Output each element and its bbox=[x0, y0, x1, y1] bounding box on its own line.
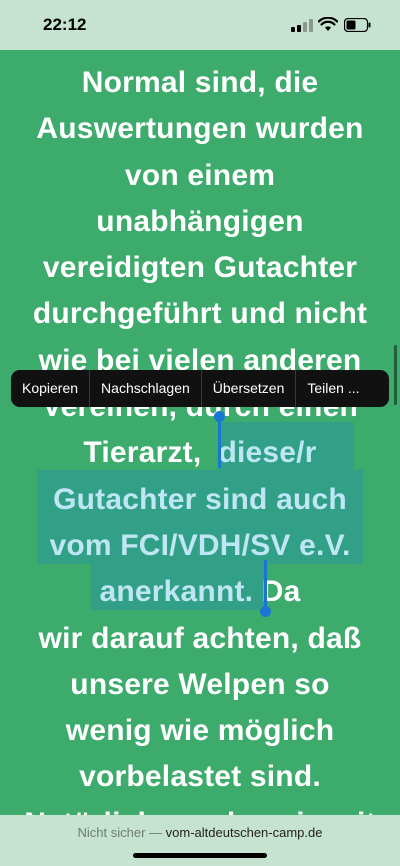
text-line: unsere Welpen so bbox=[70, 667, 330, 701]
scroll-indicator[interactable] bbox=[394, 345, 397, 405]
text-line: vorbelastet sind. bbox=[79, 760, 321, 794]
text-selection-menu: Kopieren Nachschlagen Übersetzen Teilen … bbox=[11, 370, 389, 407]
address-bar[interactable]: Nicht sicher — vom-altdeutschen-camp.de bbox=[0, 815, 400, 866]
security-label: Nicht sicher — bbox=[77, 825, 163, 840]
text-line: Auswertungen wurden bbox=[36, 112, 364, 146]
wifi-icon bbox=[318, 17, 338, 31]
selection-end-caret bbox=[264, 560, 267, 610]
selection-end-handle[interactable] bbox=[260, 606, 271, 617]
text-line: unabhängigen bbox=[96, 204, 304, 238]
selected-text: Gutachter sind auch bbox=[53, 482, 347, 516]
text-line: von einem bbox=[124, 158, 276, 192]
selected-text: anerkannt. bbox=[99, 575, 254, 609]
text-line: Normal sind, die bbox=[81, 66, 319, 99]
text-line: vereidigten Gutachter bbox=[42, 251, 358, 285]
text-line: durchgeführt und nicht bbox=[32, 297, 368, 331]
text-line: wir darauf achten, daß bbox=[38, 621, 362, 655]
cellular-signal-icon bbox=[291, 19, 313, 32]
url-display[interactable]: Nicht sicher — vom-altdeutschen-camp.de bbox=[0, 825, 400, 840]
text-line: wenig wie möglich bbox=[65, 714, 335, 748]
menu-share[interactable]: Teilen ... bbox=[296, 370, 370, 407]
article-paragraph: Normal sind, die Auswertungen wurden von… bbox=[0, 60, 400, 815]
text-line: anerkannt. Da bbox=[0, 569, 400, 615]
selected-text: vom FCI/VDH/SV e.V. bbox=[49, 528, 351, 562]
battery-icon bbox=[344, 18, 371, 32]
home-indicator[interactable] bbox=[133, 853, 267, 858]
status-time: 22:12 bbox=[43, 15, 87, 34]
text-line: Natürlich werden sie mit bbox=[0, 801, 400, 815]
selection-start-caret bbox=[218, 415, 221, 468]
web-content[interactable]: Normal sind, die Auswertungen wurden von… bbox=[0, 50, 400, 815]
text-fragment: Da bbox=[253, 575, 301, 609]
menu-look-up[interactable]: Nachschlagen bbox=[90, 370, 202, 407]
status-bar: 22:12 bbox=[0, 0, 400, 50]
menu-copy[interactable]: Kopieren bbox=[11, 370, 91, 407]
selected-text: diese/r bbox=[218, 436, 317, 470]
menu-translate[interactable]: Übersetzen bbox=[202, 370, 297, 407]
text-fragment: Tierarzt, bbox=[83, 436, 210, 470]
text-line: Tierarzt, diese/r bbox=[0, 430, 400, 476]
domain-label: vom-altdeutschen-camp.de bbox=[165, 825, 323, 840]
